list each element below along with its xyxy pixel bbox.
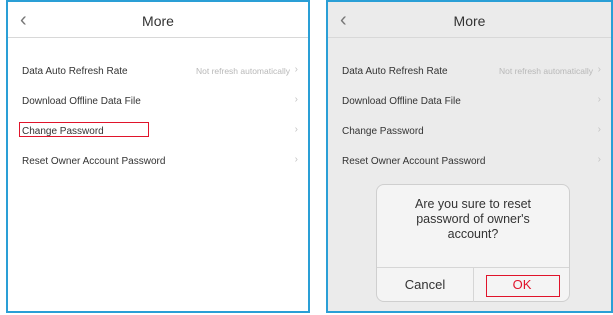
menu-item-label: Change Password bbox=[342, 126, 424, 137]
left-screen: ‹ More Data Auto Refresh Rate Not refres… bbox=[6, 0, 310, 313]
menu-item-reset-owner-account-password[interactable]: Reset Owner Account Password › bbox=[8, 150, 308, 180]
chevron-right-icon: › bbox=[294, 124, 298, 135]
menu-item-change-password[interactable]: Change Password › bbox=[328, 120, 611, 150]
chevron-right-icon: › bbox=[294, 94, 298, 105]
menu-item-label: Reset Owner Account Password bbox=[22, 156, 166, 167]
menu-item-label: Data Auto Refresh Rate bbox=[342, 66, 448, 77]
right-screen: ‹ More Data Auto Refresh Rate Not refres… bbox=[326, 0, 613, 313]
settings-menu: Data Auto Refresh Rate Not refresh autom… bbox=[8, 60, 308, 180]
settings-menu: Data Auto Refresh Rate Not refresh autom… bbox=[328, 60, 611, 180]
menu-item-data-auto-refresh-rate[interactable]: Data Auto Refresh Rate Not refresh autom… bbox=[8, 60, 308, 90]
confirm-reset-dialog: Are you sure to reset password of owner'… bbox=[376, 184, 570, 302]
page-title: More bbox=[142, 13, 174, 29]
chevron-right-icon: › bbox=[597, 154, 601, 165]
menu-item-label: Data Auto Refresh Rate bbox=[22, 66, 128, 77]
nav-header: ‹ More bbox=[8, 2, 308, 38]
chevron-right-icon: › bbox=[294, 64, 298, 75]
menu-item-value: Not refresh automatically bbox=[498, 66, 593, 76]
menu-item-label: Download Offline Data File bbox=[342, 96, 461, 107]
cancel-button[interactable]: Cancel bbox=[377, 268, 473, 302]
chevron-right-icon: › bbox=[597, 64, 601, 75]
chevron-right-icon: › bbox=[597, 94, 601, 105]
menu-item-reset-owner-account-password[interactable]: Reset Owner Account Password › bbox=[328, 150, 611, 180]
chevron-right-icon: › bbox=[294, 154, 298, 165]
dialog-message: Are you sure to reset password of owner'… bbox=[414, 197, 532, 241]
menu-item-download-offline-data-file[interactable]: Download Offline Data File › bbox=[328, 90, 611, 120]
page-title: More bbox=[453, 13, 486, 29]
menu-item-label: Reset Owner Account Password bbox=[342, 156, 486, 167]
menu-item-change-password[interactable]: Change Password › bbox=[8, 120, 308, 150]
nav-header: ‹ More bbox=[328, 2, 611, 38]
menu-item-data-auto-refresh-rate[interactable]: Data Auto Refresh Rate Not refresh autom… bbox=[328, 60, 611, 90]
highlight-box bbox=[486, 275, 560, 297]
menu-item-value: Not refresh automatically bbox=[195, 66, 290, 76]
menu-item-download-offline-data-file[interactable]: Download Offline Data File › bbox=[8, 90, 308, 120]
chevron-right-icon: › bbox=[597, 124, 601, 135]
menu-item-label: Change Password bbox=[22, 126, 104, 137]
menu-item-label: Download Offline Data File bbox=[22, 96, 141, 107]
